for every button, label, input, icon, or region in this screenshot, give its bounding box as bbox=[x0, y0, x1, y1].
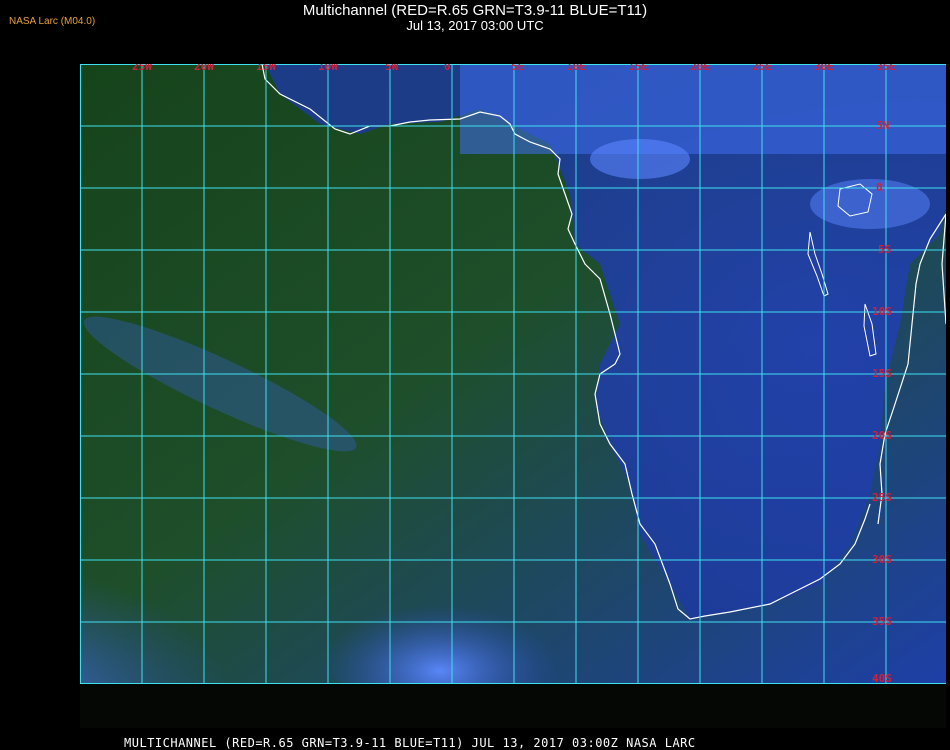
lon-label: 15E bbox=[628, 64, 648, 73]
cloud-patch-northeast bbox=[590, 139, 690, 179]
lon-label: 20E bbox=[690, 64, 710, 73]
lat-label: 30S bbox=[872, 553, 892, 566]
lon-label: 10W bbox=[318, 64, 338, 73]
lat-label: 20S bbox=[872, 429, 892, 442]
lat-label: 5N bbox=[876, 119, 890, 132]
lat-label: 25S bbox=[872, 491, 892, 504]
lon-label: 0 bbox=[444, 64, 451, 73]
image-lower-margin bbox=[80, 684, 946, 728]
footer-text: MULTICHANNEL (RED=R.65 GRN=T3.9-11 BLUE=… bbox=[124, 736, 696, 750]
lon-label: 35E bbox=[876, 64, 896, 73]
lon-label: 30E bbox=[814, 64, 834, 73]
header-title: Multichannel (RED=R.65 GRN=T3.9-11 BLUE=… bbox=[302, 2, 648, 19]
lat-label: 5S bbox=[878, 243, 892, 256]
lon-label: 5W bbox=[385, 64, 399, 73]
satellite-map-svg bbox=[80, 64, 946, 684]
lon-label: 20W bbox=[194, 64, 214, 73]
lon-label: 25W bbox=[132, 64, 152, 73]
lon-label: 15W bbox=[256, 64, 276, 73]
org-label: NASA Larc (M04.0) bbox=[9, 16, 96, 27]
lat-label: 10S bbox=[872, 305, 892, 318]
lat-label: 35S bbox=[872, 615, 892, 628]
lat-label: 0 bbox=[876, 181, 883, 194]
satellite-image: 25W 20W 15W 10W 5W 0 5E 10E 15E 20E 25E … bbox=[80, 64, 946, 684]
lon-label: 25E bbox=[752, 64, 772, 73]
lat-label: 40S bbox=[872, 672, 892, 684]
lon-label: 10E bbox=[566, 64, 586, 73]
lon-label: 5E bbox=[511, 64, 525, 73]
cloud-band-north bbox=[460, 64, 946, 154]
footer-caption: MULTICHANNEL (RED=R.65 GRN=T3.9-11 BLUE=… bbox=[0, 736, 950, 750]
lat-label: 15S bbox=[872, 367, 892, 380]
header-subtitle: Jul 13, 2017 03:00 UTC bbox=[406, 18, 544, 33]
